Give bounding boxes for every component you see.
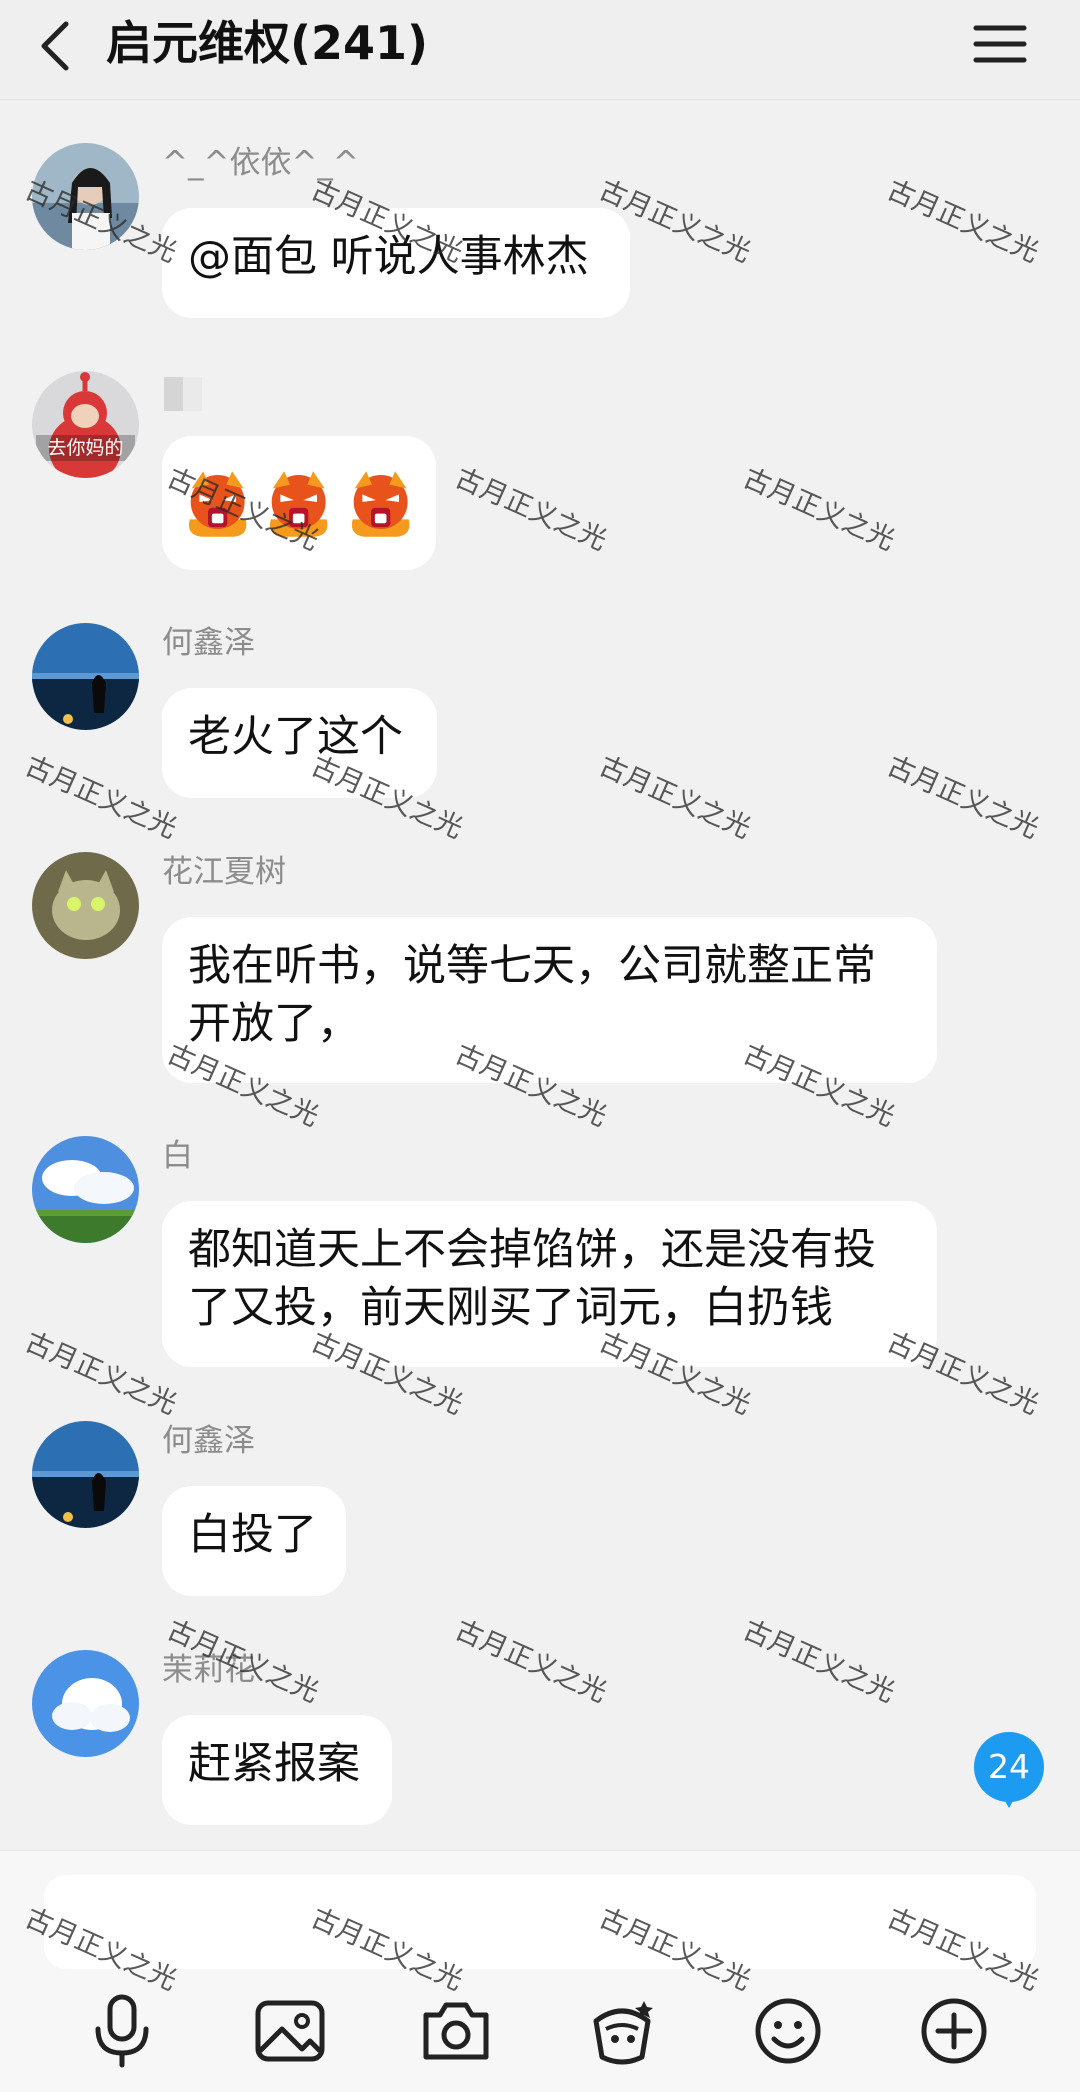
angry-face-emoji [351,471,410,537]
avatar[interactable] [32,852,139,959]
chat-header: 启元维权(241) [0,0,1080,100]
sender-name: 何鑫泽 [162,1423,255,1459]
avatar-caption: 去你妈的 [47,437,124,459]
avatar[interactable]: 去你妈的 [32,371,139,478]
avatar-image [32,852,139,959]
message-bubble[interactable]: @面包 听说人事林杰 [162,208,630,318]
sender-name: 何鑫泽 [162,625,255,661]
message-bubble[interactable]: 都知道天上不会掉馅饼，还是没有投 了又投，前天刚买了词元，白扔钱 [162,1201,937,1367]
microphone-icon [95,1994,149,2068]
message-text-line: 我在听书，说等七天，公司就整正常 [188,941,876,991]
red-packet-icon [593,2001,653,2065]
message-bubble[interactable]: 我在听书，说等七天，公司就整正常 开放了， [162,917,937,1083]
watermark-text: 古月正义之光 [20,750,182,845]
input-bar [0,1850,1080,2092]
plus-circle-icon [921,1998,987,2064]
sender-name: 白 [162,1138,193,1174]
sender-name: ^_^依依^_^ [162,145,359,181]
avatar-image [32,1136,139,1243]
voice-button[interactable] [82,1991,162,2071]
message-input[interactable] [44,1875,1036,1969]
watermark-text: 古月正义之光 [594,750,756,845]
back-button[interactable] [30,12,90,76]
avatar[interactable] [32,1136,139,1243]
smiley-icon [755,1998,821,2064]
avatar[interactable] [32,623,139,730]
camera-icon [423,2002,489,2060]
watermark-text: 古月正义之光 [882,174,1044,269]
sender-mosaic-placeholder [164,377,202,411]
emoji-button[interactable] [748,1991,828,2071]
avatar[interactable] [32,143,139,250]
avatar-image [32,1421,139,1528]
avatar-image [32,623,139,730]
avatar[interactable] [32,1421,139,1528]
watermark-text: 古月正义之光 [20,1326,182,1421]
message-text: @面包 听说人事林杰 [188,232,589,282]
watermark-text: 古月正义之光 [738,462,900,557]
message-bubble[interactable]: 白投了 [162,1486,346,1596]
watermark-text: 古月正义之光 [450,462,612,557]
message-text-line: 都知道天上不会掉馅饼，还是没有投 [188,1225,876,1275]
hamburger-menu-icon [973,25,1027,63]
angry-face-emoji [188,471,247,537]
message-text: 白投了 [188,1510,317,1560]
photo-button[interactable] [250,1991,330,2071]
message-text: 老火了这个 [188,712,403,762]
message-text: 赶紧报案 [188,1739,360,1789]
watermark-text: 古月正义之光 [450,1614,612,1709]
message-bubble[interactable] [162,436,436,570]
message-bubble[interactable]: 老火了这个 [162,688,437,798]
angry-face-emoji [270,471,328,537]
message-text-line: 开放了， [188,999,360,1049]
avatar[interactable] [32,1650,139,1757]
menu-button[interactable] [970,14,1030,74]
chat-title: 启元维权(241) [106,16,429,70]
emoji-sticker-row [182,452,416,554]
message-bubble[interactable]: 赶紧报案 [162,1715,392,1825]
watermark-text: 古月正义之光 [738,1614,900,1709]
avatar-image [32,1650,139,1757]
avatar-image [32,371,139,478]
camera-button[interactable] [416,1991,496,2071]
more-button[interactable] [914,1991,994,2071]
sender-name: 花江夏树 [162,854,286,890]
message-text-line: 了又投，前天刚买了词元，白扔钱 [188,1283,833,1333]
chevron-left-icon [41,21,69,71]
image-icon [255,2000,325,2062]
red-packet-button[interactable] [582,1991,662,2071]
avatar-image [32,143,139,250]
unread-count-badge[interactable]: 24 [974,1732,1044,1808]
watermark-text: 古月正义之光 [882,750,1044,845]
sender-name: 茉莉花 [162,1652,255,1688]
